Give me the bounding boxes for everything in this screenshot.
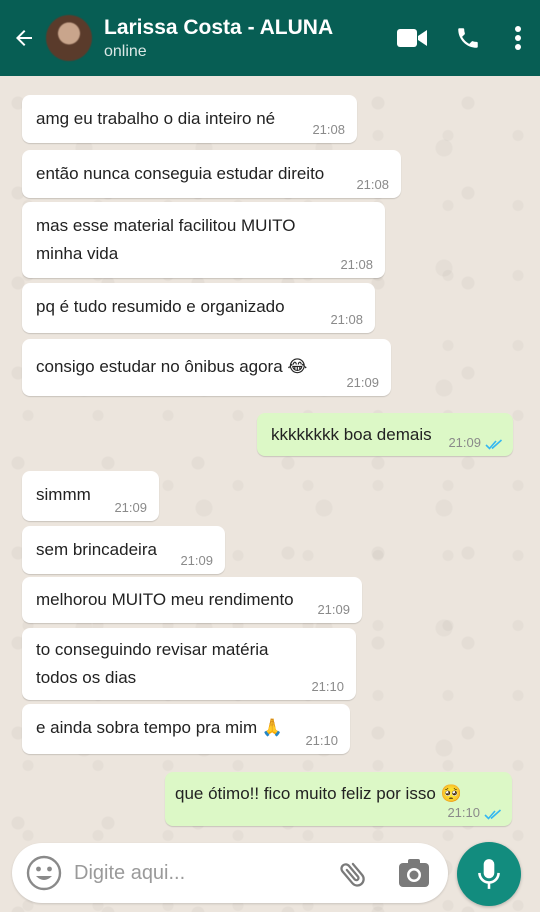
- emoji-icon: [26, 855, 62, 891]
- read-receipt-icon: [485, 439, 503, 450]
- message-bubble[interactable]: amg eu trabalho o dia inteiro né 21:08: [22, 95, 357, 143]
- contact-status: online: [104, 43, 147, 60]
- message-bubble[interactable]: mas esse material facilitou MUITO minha …: [22, 202, 385, 278]
- voice-call-button[interactable]: [440, 0, 496, 76]
- mic-icon: [478, 859, 500, 889]
- attach-button[interactable]: [336, 857, 370, 896]
- camera-button[interactable]: [398, 858, 430, 893]
- more-vert-icon: [515, 26, 521, 50]
- back-button[interactable]: [2, 0, 46, 76]
- message-time: 21:10: [447, 805, 480, 820]
- avatar[interactable]: [46, 15, 92, 61]
- message-bubble[interactable]: sem brincadeira 21:09: [22, 526, 225, 574]
- message-text: e ainda sobra tempo pra mim 🙏: [36, 718, 283, 737]
- message-time: 21:09: [448, 435, 481, 450]
- message-time: 21:10: [305, 733, 338, 748]
- message-time: 21:09: [346, 375, 379, 390]
- message-text: pq é tudo resumido e organizado: [36, 297, 285, 316]
- emoji-button[interactable]: [26, 855, 62, 896]
- message-bubble[interactable]: consigo estudar no ônibus agora 😂 21:09: [22, 339, 391, 396]
- message-time: 21:09: [317, 602, 350, 617]
- message-text: que ótimo!! fico muito feliz por isso 🥺: [175, 784, 462, 803]
- message-bubble[interactable]: melhorou MUITO meu rendimento 21:09: [22, 577, 362, 623]
- message-time: 21:08: [312, 122, 345, 137]
- message-time: 21:10: [311, 679, 344, 694]
- message-bubble[interactable]: simmm 21:09: [22, 471, 159, 521]
- message-text: mas esse material facilitou MUITO minha …: [36, 216, 296, 263]
- attach-icon: [340, 862, 365, 887]
- message-time: 21:08: [356, 177, 389, 192]
- message-text: to conseguindo revisar matéria todos os …: [36, 640, 269, 687]
- chat-header: Larissa Costa - ALUNA online: [0, 0, 540, 76]
- message-text: simmm: [36, 485, 91, 504]
- message-text: melhorou MUITO meu rendimento: [36, 590, 294, 609]
- contact-name: Larissa Costa - ALUNA: [104, 16, 334, 39]
- message-bubble[interactable]: então nunca conseguia estudar direito 21…: [22, 150, 401, 198]
- more-options-button[interactable]: [496, 0, 540, 76]
- contact-info[interactable]: Larissa Costa - ALUNA online: [104, 15, 384, 61]
- message-bubble-outgoing[interactable]: que ótimo!! fico muito feliz por isso 🥺 …: [165, 772, 512, 826]
- message-bubble[interactable]: to conseguindo revisar matéria todos os …: [22, 628, 356, 700]
- message-composer: [12, 843, 448, 903]
- message-text: amg eu trabalho o dia inteiro né: [36, 109, 276, 128]
- message-time: 21:09: [114, 500, 147, 515]
- message-text: sem brincadeira: [36, 540, 157, 559]
- camera-icon: [399, 859, 429, 887]
- mic-button[interactable]: [457, 842, 521, 906]
- message-time: 21:08: [340, 257, 373, 272]
- back-arrow-icon: [16, 30, 32, 46]
- message-input[interactable]: [74, 853, 324, 893]
- message-time: 21:09: [180, 553, 213, 568]
- message-text: kkkkkkkk boa demais: [271, 425, 432, 444]
- message-time: 21:08: [330, 312, 363, 327]
- message-text: então nunca conseguia estudar direito: [36, 164, 325, 183]
- message-text: consigo estudar no ônibus agora 😂: [36, 357, 308, 376]
- message-bubble-outgoing[interactable]: kkkkkkkk boa demais 21:09: [257, 413, 513, 456]
- video-call-icon: [397, 29, 427, 47]
- message-bubble[interactable]: pq é tudo resumido e organizado 21:08: [22, 283, 375, 333]
- phone-icon: [458, 28, 478, 48]
- read-receipt-icon: [484, 809, 502, 820]
- message-bubble[interactable]: e ainda sobra tempo pra mim 🙏 21:10: [22, 704, 350, 754]
- video-call-button[interactable]: [384, 0, 440, 76]
